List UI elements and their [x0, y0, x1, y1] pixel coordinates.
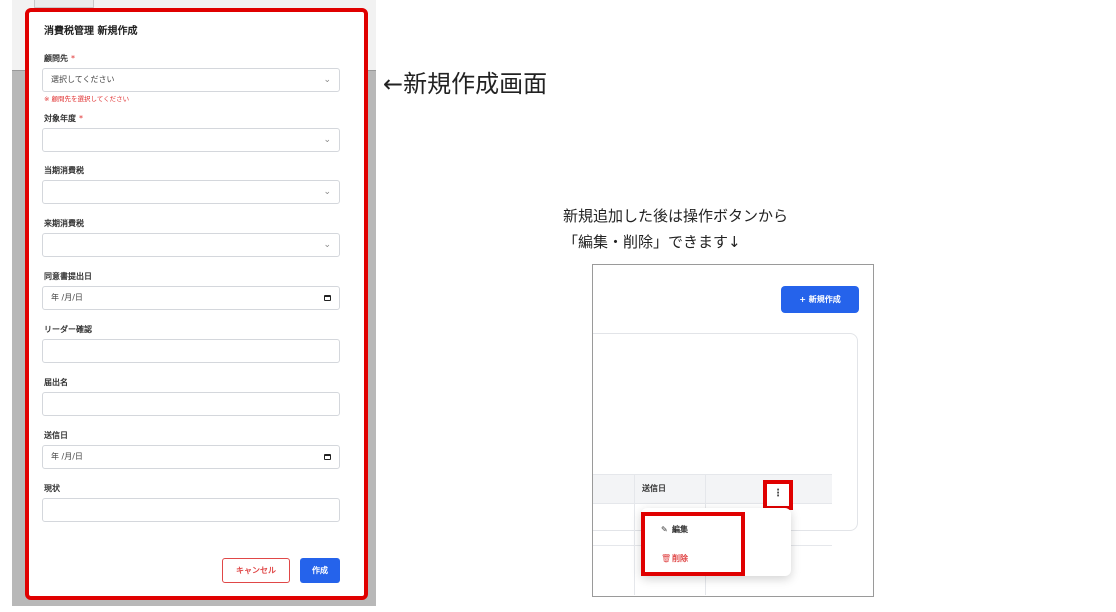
client-error-message: ※ 顧問先を選択してください [44, 95, 130, 103]
create-modal-highlight: 消費税管理 新規作成 顧問先 * 選択してください ⌄ ※ 顧問先を選択してくださ… [25, 8, 368, 600]
table-header: 送信日 [593, 474, 832, 504]
select-placeholder: 選択してください [51, 75, 115, 84]
field-label: リーダー確認 [44, 325, 92, 334]
annotation-line: 「編集・削除」できます↓ [563, 233, 741, 251]
field-next-tax: 来期消費税 ⌄ [42, 218, 352, 257]
calendar-icon[interactable] [324, 454, 331, 460]
field-label: 現状 [44, 484, 60, 493]
create-modal: 消費税管理 新規作成 顧問先 * 選択してください ⌄ ※ 顧問先を選択してくださ… [42, 25, 352, 522]
field-label: 来期消費税 [44, 219, 84, 228]
field-send-date: 送信日 年 /月/日 [42, 430, 352, 469]
menu-item-delete[interactable]: 🗑削除 [661, 553, 688, 564]
leader-check-input[interactable] [42, 339, 340, 363]
send-date-input[interactable]: 年 /月/日 [42, 445, 340, 469]
modal-title: 消費税管理 新規作成 [44, 26, 138, 37]
modal-footer: キャンセル 作成 [42, 558, 340, 584]
chevron-down-icon: ⌄ [323, 135, 331, 145]
list-view-screenshot: + 新規作成 送信日 ⋮ ✎ 編集 🗑削除 [592, 264, 874, 597]
field-current-tax: 当期消費税 ⌄ [42, 165, 352, 204]
field-target-year: 対象年度 * ⌄ [42, 113, 352, 152]
menu-item-label: 編集 [672, 525, 688, 534]
required-mark: * [79, 114, 83, 123]
create-form-screenshot: 消費税管理 新規作成 顧問先 * 選択してください ⌄ ※ 顧問先を選択してくださ… [12, 0, 376, 606]
chevron-down-icon: ⌄ [323, 240, 331, 250]
new-create-button[interactable]: + 新規作成 [781, 286, 859, 313]
annotation-edit-delete: 新規追加した後は操作ボタンから 「編集・削除」できます↓ [563, 203, 788, 255]
cancel-button[interactable]: キャンセル [222, 558, 290, 583]
field-notification-name: 届出名 [42, 377, 352, 416]
current-tax-select[interactable]: ⌄ [42, 180, 340, 204]
consent-date-input[interactable]: 年 /月/日 [42, 286, 340, 310]
field-status: 現状 [42, 483, 352, 522]
field-label: 送信日 [44, 431, 68, 440]
field-client: 顧問先 * 選択してください ⌄ ※ 顧問先を選択してください [42, 53, 352, 104]
field-leader-check: リーダー確認 [42, 324, 352, 363]
chevron-down-icon: ⌄ [323, 75, 331, 85]
status-input[interactable] [42, 498, 340, 522]
column-header-send-date: 送信日 [642, 484, 666, 493]
notification-name-input[interactable] [42, 392, 340, 416]
kebab-highlight[interactable]: ⋮ [763, 480, 793, 510]
kebab-menu-icon[interactable]: ⋮ [767, 484, 789, 506]
edit-icon: ✎ [661, 525, 668, 534]
calendar-icon[interactable] [324, 295, 331, 301]
date-placeholder: 年 /月/日 [51, 452, 83, 461]
field-label: 届出名 [44, 378, 68, 387]
next-tax-select[interactable]: ⌄ [42, 233, 340, 257]
field-consent-date: 同意書提出日 年 /月/日 [42, 271, 352, 310]
field-label: 当期消費税 [44, 166, 84, 175]
action-menu-highlight [641, 512, 745, 576]
field-label: 対象年度 * [44, 114, 83, 123]
menu-item-edit[interactable]: ✎ 編集 [661, 524, 688, 535]
column-divider [634, 475, 635, 595]
client-select[interactable]: 選択してください ⌄ [42, 68, 340, 92]
date-placeholder: 年 /月/日 [51, 293, 83, 302]
target-year-select[interactable]: ⌄ [42, 128, 340, 152]
background-tab-fragment [34, 0, 94, 8]
list-card: 送信日 [593, 333, 858, 595]
annotation-line: 新規追加した後は操作ボタンから [563, 207, 789, 225]
create-button[interactable]: 作成 [300, 558, 340, 583]
menu-item-label: 削除 [672, 554, 688, 563]
field-label: 同意書提出日 [44, 272, 92, 281]
required-mark: * [71, 54, 75, 63]
canvas: 消費税管理 新規作成 顧問先 * 選択してください ⌄ ※ 顧問先を選択してくださ… [0, 0, 1116, 612]
field-label: 顧問先 * [44, 54, 75, 63]
annotation-create-screen: ←新規作成画面 [383, 70, 548, 98]
chevron-down-icon: ⌄ [323, 187, 331, 197]
trash-icon: 🗑 [661, 554, 672, 563]
